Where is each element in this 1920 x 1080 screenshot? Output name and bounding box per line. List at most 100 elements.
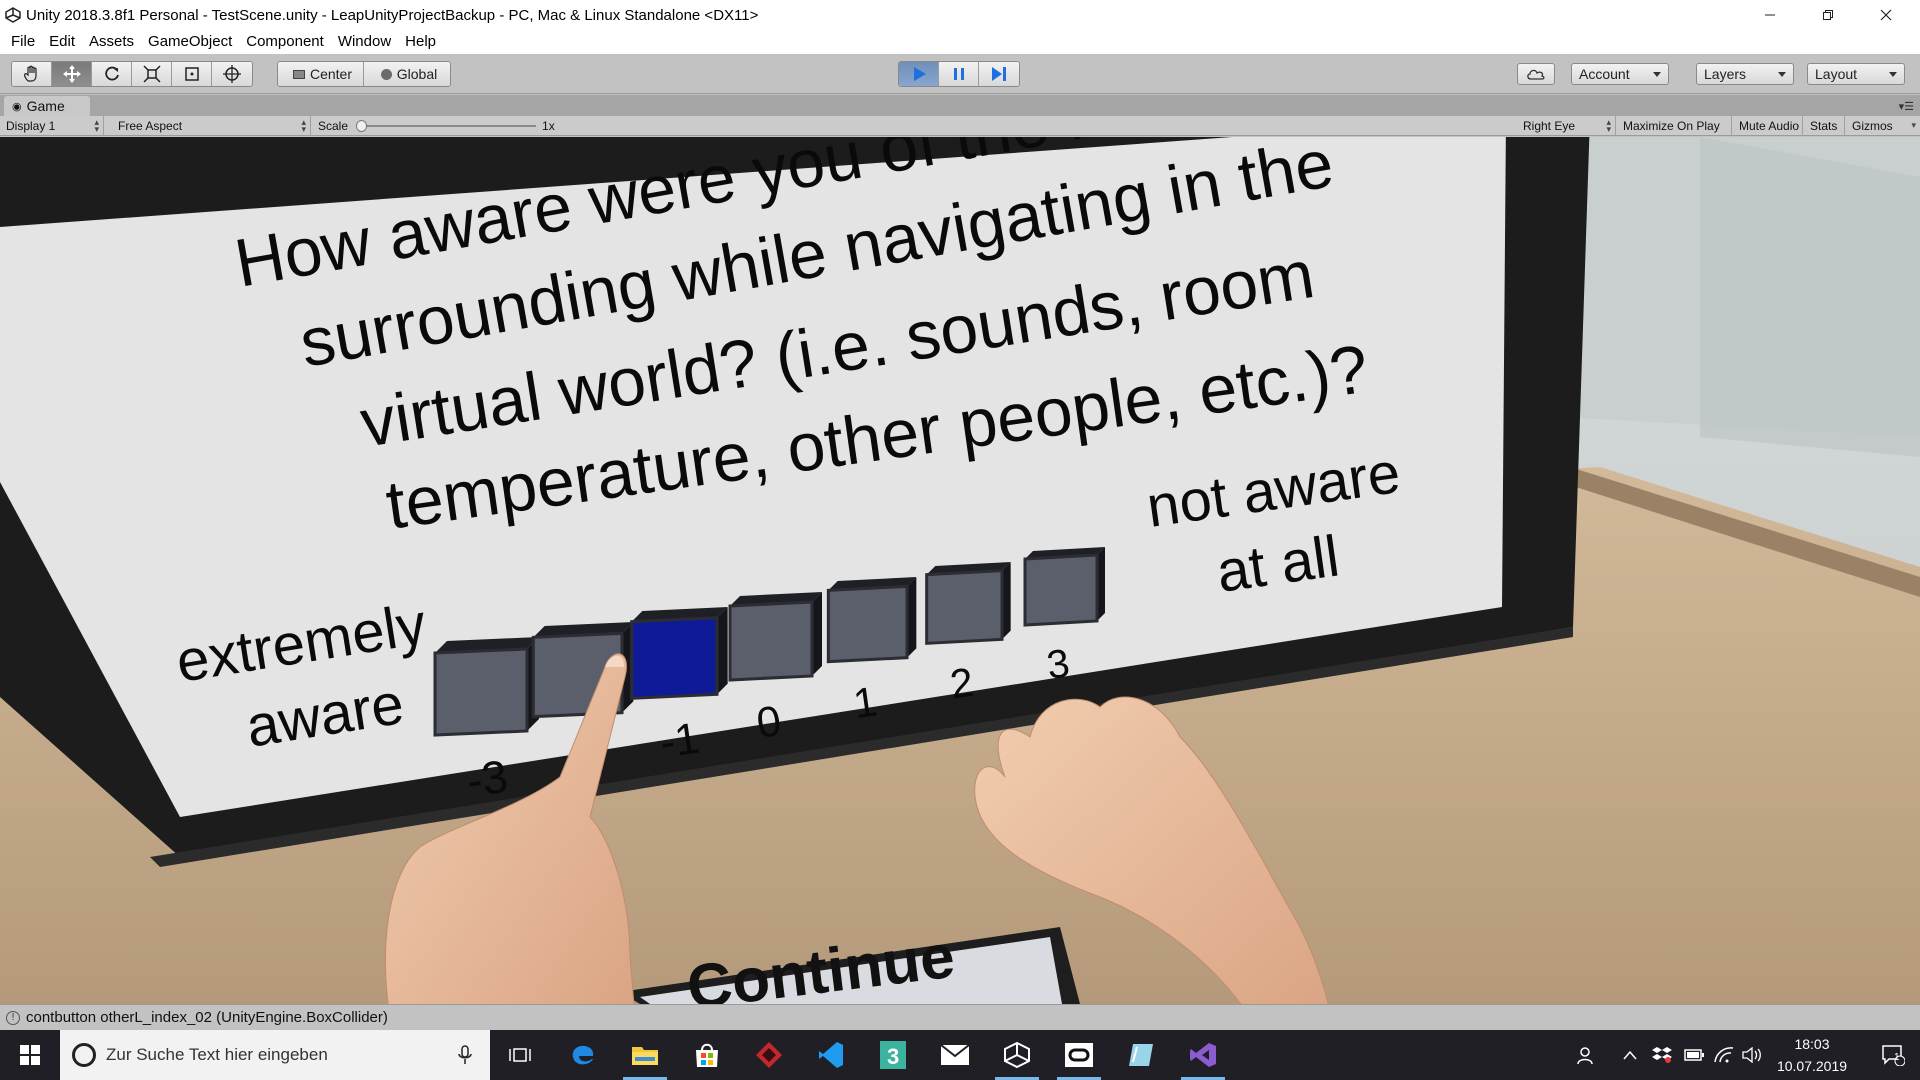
chevron-up-icon[interactable] (1616, 1030, 1644, 1080)
display-dropdown[interactable]: Display 1 ▴ ▾ (0, 116, 104, 136)
dropbox-icon[interactable] (1648, 1030, 1676, 1080)
mute-audio-toggle[interactable]: Mute Audio (1733, 116, 1803, 136)
aspect-dropdown[interactable]: Free Aspect ▴ ▾ (112, 116, 311, 136)
game-view-controls: Display 1 ▴ ▾ Free Aspect ▴ ▾ Scale 1x Rig… (0, 116, 1920, 136)
stats-toggle[interactable]: Stats (1804, 116, 1845, 136)
layout-label: Layout (1815, 66, 1858, 82)
rating-value-label: -3 (463, 750, 511, 807)
maximize-on-play-toggle[interactable]: Maximize On Play (1617, 116, 1732, 136)
file-explorer-icon[interactable] (615, 1030, 675, 1080)
rating-box-face (826, 584, 909, 664)
window-title: Unity 2018.3.8f1 Personal - TestScene.un… (26, 6, 759, 24)
layers-label: Layers (1704, 66, 1747, 82)
eye-dropdown[interactable]: Right Eye ▴ ▾ (1517, 116, 1616, 136)
tab-menu-icon[interactable]: ▾☰ (1899, 100, 1914, 113)
scale-slider[interactable] (356, 120, 537, 132)
taskbar: Zur Suche Text hier eingeben 3 18:03 10.… (0, 1030, 1920, 1080)
rating-box-side (717, 607, 728, 695)
edge-icon[interactable] (553, 1030, 613, 1080)
scale-value: 1x (542, 119, 555, 133)
pivot-center-button[interactable]: Center (278, 62, 364, 86)
rating-box-face (925, 569, 1004, 645)
updown-arrow-icon: ▴ ▾ (1606, 117, 1611, 134)
pause-button[interactable] (939, 62, 979, 86)
layers-dropdown[interactable]: Layers (1696, 63, 1794, 85)
scale-label: Scale (318, 119, 349, 133)
stats-label: Stats (1810, 119, 1838, 133)
system-clock[interactable]: 18:03 10.07.2019 (1764, 1030, 1860, 1080)
microphone-icon[interactable] (458, 1045, 472, 1065)
task-view-icon[interactable] (490, 1030, 550, 1080)
search-box[interactable]: Zur Suche Text hier eingeben (60, 1030, 490, 1080)
start-button[interactable] (0, 1030, 60, 1080)
battery-icon[interactable] (1680, 1030, 1708, 1080)
scale-slider-thumb[interactable] (356, 120, 368, 132)
transform-tools (11, 61, 253, 87)
mail-icon[interactable] (925, 1030, 985, 1080)
center-icon (292, 69, 305, 79)
pivot-center-label: Center (309, 66, 353, 82)
info-icon: ! (6, 1010, 20, 1025)
chevron-down-icon (1889, 72, 1897, 77)
collab-cloud-button[interactable] (1517, 63, 1555, 85)
wifi-icon[interactable] (1710, 1030, 1738, 1080)
unity-app-icon[interactable] (987, 1030, 1047, 1080)
menu-file[interactable]: File (4, 30, 42, 54)
notification-center-icon[interactable]: 1 (1866, 1030, 1920, 1080)
game-tab-row: ◉ Game ▾☰ (0, 95, 1920, 116)
step-button[interactable] (979, 62, 1019, 86)
hand-tool-icon[interactable] (12, 62, 52, 86)
minimize-button[interactable] (1742, 0, 1798, 30)
visual-studio-icon[interactable] (1173, 1030, 1233, 1080)
menu-edit[interactable]: Edit (42, 30, 82, 54)
room-corner-shade (1700, 137, 1920, 457)
gizmos-dropdown[interactable]: Gizmos ▾ (1846, 116, 1920, 136)
red-app-icon[interactable] (739, 1030, 799, 1080)
menu-component[interactable]: Component (239, 30, 331, 54)
people-icon[interactable] (1572, 1030, 1602, 1080)
rect-tool-icon[interactable] (172, 62, 212, 86)
rotate-tool-icon[interactable] (92, 62, 132, 86)
rating-box-face (728, 600, 814, 682)
play-button[interactable] (899, 62, 939, 86)
layout-dropdown[interactable]: Layout (1807, 63, 1905, 85)
main-toolbar: Center Global Account Layers Layout (0, 54, 1920, 94)
close-button[interactable] (1858, 0, 1914, 30)
menu-assets[interactable]: Assets (82, 30, 141, 54)
space-global-button[interactable]: Global (364, 62, 450, 86)
mute-label: Mute Audio (1739, 119, 1800, 133)
restore-button[interactable] (1800, 0, 1856, 30)
play-controls (898, 61, 1020, 87)
scale-tool-icon[interactable] (132, 62, 172, 86)
move-tool-icon[interactable] (52, 62, 92, 86)
rating-value-label: -1 (657, 714, 703, 768)
status-message[interactable]: contbutton otherL_index_02 (UnityEngine.… (26, 1009, 388, 1026)
title-bar: Unity 2018.3.8f1 Personal - TestScene.un… (0, 0, 1920, 30)
svg-text:3: 3 (887, 1044, 899, 1069)
gizmos-label: Gizmos (1852, 119, 1893, 133)
clock-time: 18:03 (1794, 1036, 1830, 1052)
scene-render: Continue How aware were you of the real … (0, 137, 1920, 1004)
account-dropdown[interactable]: Account (1571, 63, 1669, 85)
rating-box-face (1023, 553, 1099, 627)
oculus-icon[interactable] (1049, 1030, 1109, 1080)
clock-date: 10.07.2019 (1776, 1058, 1848, 1074)
transform-tool-icon[interactable] (212, 62, 252, 86)
menu-help[interactable]: Help (398, 30, 443, 54)
volume-icon[interactable] (1738, 1030, 1766, 1080)
store-icon[interactable] (677, 1030, 737, 1080)
windows-logo-icon (20, 1045, 40, 1065)
pivot-toggles: Center Global (277, 61, 451, 87)
tab-game[interactable]: ◉ Game (4, 96, 90, 116)
menu-window[interactable]: Window (331, 30, 398, 54)
menu-gameobject[interactable]: GameObject (141, 30, 239, 54)
glass-app-icon[interactable] (1111, 1030, 1171, 1080)
three-app-icon[interactable]: 3 (863, 1030, 923, 1080)
visual-studio-code-icon[interactable] (801, 1030, 861, 1080)
aspect-label: Free Aspect (118, 119, 183, 133)
rating-box-face (433, 647, 529, 737)
unity-logo-icon (0, 0, 26, 30)
cloud-icon (1527, 69, 1545, 80)
game-viewport[interactable]: Continue How aware were you of the real … (0, 137, 1920, 1004)
maximize-label: Maximize On Play (1623, 119, 1720, 133)
